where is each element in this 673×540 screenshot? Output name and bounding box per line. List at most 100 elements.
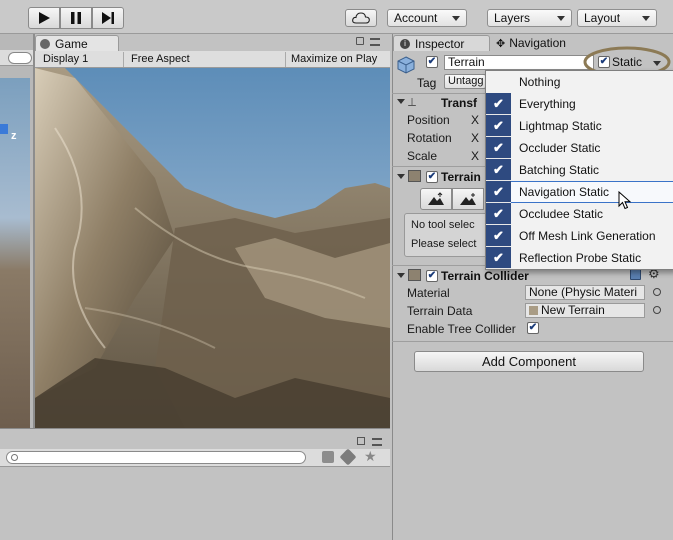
menu-item-label: Nothing	[519, 75, 561, 89]
chevron-down-icon	[557, 16, 565, 21]
display-label: Display 1	[43, 53, 89, 65]
filter-type-icon[interactable]	[322, 451, 334, 463]
foldout-arrow-icon[interactable]	[397, 273, 405, 278]
play-icon	[39, 12, 50, 24]
terrain-enabled-checkbox[interactable]: ✔	[426, 171, 438, 183]
menu-item-everything[interactable]: ✔ Everything	[486, 93, 673, 115]
aspect-select[interactable]: Free Aspect	[128, 52, 286, 67]
foldout-arrow-icon[interactable]	[397, 99, 405, 104]
tab-game[interactable]: Game	[35, 35, 119, 51]
object-name-input[interactable]: Terrain	[444, 55, 594, 70]
help-book-icon[interactable]	[630, 269, 641, 280]
checkmark-icon: ✔	[486, 247, 511, 269]
select-hint-text: Please select	[411, 238, 477, 250]
terrain-title: Terrain	[441, 170, 481, 184]
scene-gizmo[interactable]	[0, 124, 8, 134]
terrain-render-image	[35, 68, 390, 428]
collider-enabled-checkbox[interactable]: ✔	[426, 270, 438, 282]
tab-inspector[interactable]: i Inspector	[393, 35, 490, 51]
menu-item-occludee-static[interactable]: ✔ Occludee Static	[486, 203, 673, 225]
scene-view-fragment[interactable]: z	[0, 34, 34, 428]
object-name-value: Terrain	[448, 55, 485, 69]
pause-icon	[71, 12, 81, 24]
bottom-menu-icon[interactable]	[372, 438, 382, 446]
tree-collider-checkbox[interactable]: ✔	[527, 322, 539, 334]
checkmark-icon: ✔	[486, 203, 511, 225]
raise-terrain-tool-button[interactable]	[420, 188, 452, 210]
menu-item-label: Occluder Static	[519, 141, 601, 155]
tag-label: Tag	[417, 76, 437, 90]
position-x-label: X	[471, 113, 480, 127]
checkmark-icon: ✔	[486, 115, 511, 137]
favorite-star-icon[interactable]: ★	[364, 448, 377, 465]
maximize-on-play-toggle[interactable]: Maximize on Play	[288, 52, 388, 67]
menu-item-label: Occludee Static	[519, 207, 604, 221]
tab-game-label: Game	[55, 36, 88, 51]
add-component-label: Add Component	[482, 354, 576, 369]
terrain-data-field[interactable]: New Terrain	[525, 303, 645, 318]
pause-button[interactable]	[60, 7, 92, 29]
object-picker-icon[interactable]	[653, 288, 661, 296]
scale-label: Scale	[407, 149, 438, 163]
tag-dropdown[interactable]: Untagg	[444, 74, 486, 89]
info-icon: i	[400, 38, 410, 49]
menu-item-label: Reflection Probe Static	[519, 251, 642, 265]
tab-inspector-label: Inspector	[415, 36, 465, 51]
collider-title: Terrain Collider	[441, 269, 529, 283]
maximize-label: Maximize on Play	[291, 53, 378, 65]
account-dropdown[interactable]: Account	[387, 9, 467, 27]
tag-value: Untagg	[448, 75, 484, 87]
tab-navigation-label: Navigation	[509, 36, 566, 50]
material-field[interactable]: None (Physic Materi	[525, 285, 645, 300]
add-component-button[interactable]: Add Component	[414, 351, 644, 372]
menu-item-occluder-static[interactable]: ✔ Occluder Static	[486, 137, 673, 159]
menu-item-navigation-static[interactable]: ✔ Navigation Static	[486, 181, 673, 203]
mouse-cursor-icon	[618, 191, 632, 210]
scene-search-field[interactable]	[8, 52, 32, 64]
step-icon	[102, 12, 114, 24]
display-select[interactable]: Display 1	[40, 52, 124, 67]
menu-item-nothing[interactable]: Nothing	[486, 71, 673, 93]
paint-height-tool-button[interactable]	[452, 188, 484, 210]
step-button[interactable]	[92, 7, 124, 29]
play-button[interactable]	[28, 7, 60, 29]
cloud-icon	[352, 12, 370, 24]
menu-item-label: Batching Static	[519, 163, 600, 177]
gameobject-icon	[397, 56, 415, 74]
menu-item-label: Lightmap Static	[519, 119, 602, 133]
bottom-lock-icon[interactable]	[357, 437, 365, 445]
game-viewport[interactable]	[35, 68, 390, 428]
active-checkbox[interactable]: ✔	[426, 56, 438, 68]
menu-item-lightmap-static[interactable]: ✔ Lightmap Static	[486, 115, 673, 137]
checkmark-icon: ✔	[486, 159, 511, 181]
cloud-button[interactable]	[345, 9, 377, 27]
mountain-height-icon	[460, 193, 476, 205]
object-picker-icon[interactable]	[653, 306, 661, 314]
scene-axis-label: z	[11, 130, 17, 142]
aspect-label: Free Aspect	[131, 53, 190, 65]
terrain-component-icon	[408, 170, 421, 182]
tab-navigation[interactable]: ✥ Navigation	[496, 35, 586, 51]
panel-lock-icon[interactable]	[356, 37, 364, 45]
no-tool-text: No tool selec	[411, 219, 475, 231]
layers-dropdown[interactable]: Layers	[487, 9, 572, 27]
foldout-arrow-icon[interactable]	[397, 174, 405, 179]
layout-dropdown[interactable]: Layout	[577, 9, 657, 27]
mountain-raise-icon	[428, 192, 444, 205]
bottom-panel	[0, 428, 390, 540]
game-icon	[40, 38, 50, 49]
project-search-input[interactable]	[6, 451, 306, 464]
panel-menu-icon[interactable]	[370, 38, 380, 46]
menu-item-off-mesh-link[interactable]: ✔ Off Mesh Link Generation	[486, 225, 673, 247]
menu-item-reflection-probe-static[interactable]: ✔ Reflection Probe Static	[486, 247, 673, 269]
material-label: Material	[407, 286, 450, 300]
terrain-data-asset-icon	[529, 306, 538, 315]
search-icon	[11, 454, 18, 461]
terrain-data-label: Terrain Data	[407, 304, 473, 318]
menu-item-batching-static[interactable]: ✔ Batching Static	[486, 159, 673, 181]
menu-item-label: Navigation Static	[519, 185, 610, 199]
collider-component-icon	[408, 269, 421, 281]
layers-label: Layers	[494, 11, 531, 25]
chevron-down-icon	[452, 16, 460, 21]
navigation-icon: ✥	[496, 37, 506, 50]
